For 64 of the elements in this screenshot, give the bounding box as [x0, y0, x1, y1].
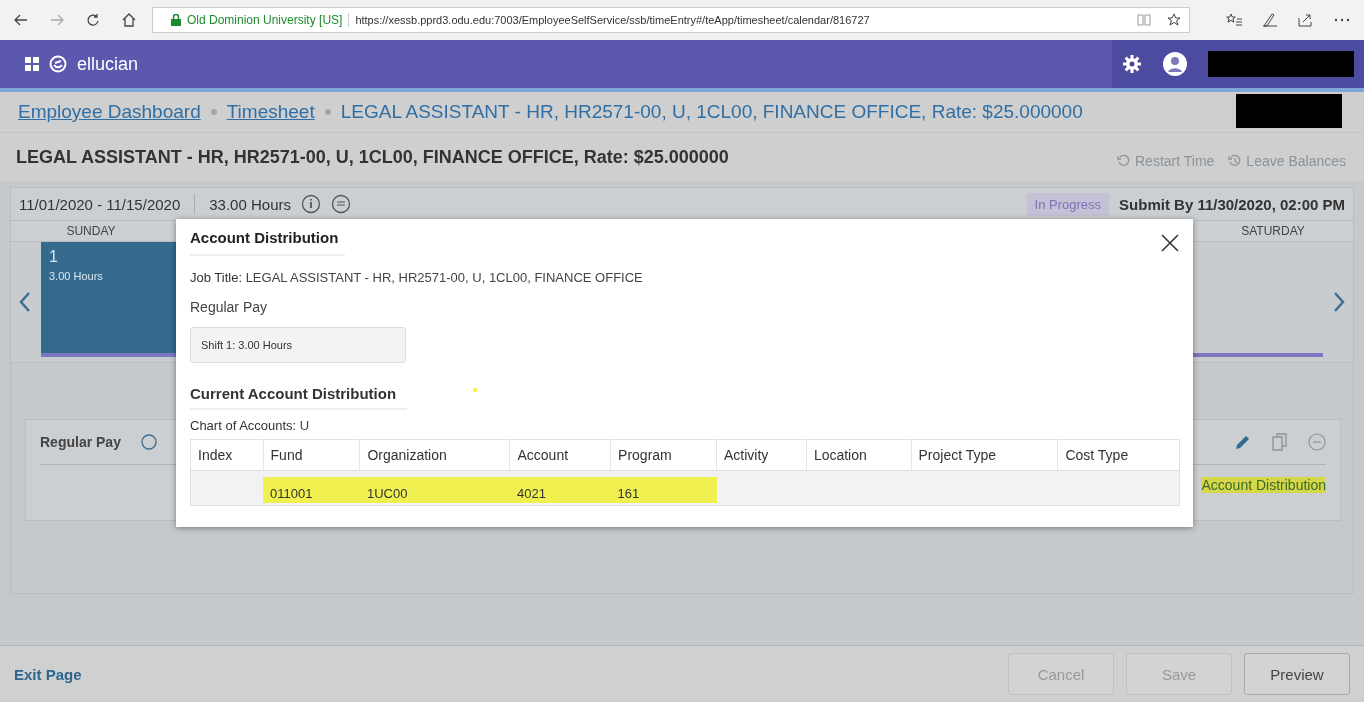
exit-page-link[interactable]: Exit Page	[14, 665, 82, 683]
site-name: Old Dominion University [US]	[187, 13, 350, 27]
day-header: SUNDAY	[65, 223, 117, 240]
column-header: Activity	[716, 439, 807, 471]
table-cell: 161	[610, 477, 717, 503]
breadcrumb-current: LEGAL ASSISTANT - HR, HR2571-00, U, 1CL00, FINANCE OFFICE, Rate: $25.000000	[340, 101, 1083, 123]
share-icon[interactable]	[1298, 13, 1314, 27]
day-header: SATURDAY	[1240, 223, 1306, 240]
section-title: Current Account Distribution	[190, 385, 407, 410]
table-cell: 1UC00	[359, 477, 510, 503]
url-text: https://xessb.pprd3.odu.edu:7003/EmployeeSelfService/ssb/timeEntry#/teApp/timesheet/calendar/816727	[355, 14, 870, 26]
account-distribution-link[interactable]: Account Distribution	[1201, 477, 1326, 493]
back-icon[interactable]	[14, 14, 28, 26]
pay-period: 11/01/2020 - 11/15/2020	[19, 195, 181, 213]
logo-icon	[49, 55, 67, 73]
restart-time-link[interactable]: Restart Time	[1117, 153, 1215, 169]
column-header: Account	[509, 439, 611, 471]
table-cell: 4021	[509, 477, 611, 503]
refresh-icon[interactable]	[86, 13, 100, 27]
address-bar[interactable]: Old Dominion University [US] https://xessb.pprd3.odu.edu:7003/EmployeeSelfService/ssb/timeEntry#/teApp/timesheet/calendar/816727	[152, 7, 1190, 33]
more-icon[interactable]	[1334, 18, 1350, 22]
column-header: Location	[806, 439, 911, 471]
history-icon	[1228, 154, 1243, 168]
user-avatar-icon[interactable]	[1162, 51, 1188, 77]
column-header: Program	[610, 439, 717, 471]
restart-icon	[1117, 154, 1131, 168]
brand-name: ellucian	[77, 53, 139, 75]
pen-icon[interactable]	[1262, 13, 1278, 27]
table-cell: 011001	[263, 477, 360, 503]
leave-balances-link[interactable]: Leave Balances	[1228, 153, 1346, 169]
favorites-icon[interactable]	[1226, 13, 1242, 27]
add-icon[interactable]	[140, 434, 157, 450]
edit-icon[interactable]	[1234, 433, 1252, 451]
column-header: Fund	[263, 439, 360, 471]
earning-name: Regular Pay	[190, 299, 269, 315]
settings-icon[interactable]	[1122, 54, 1142, 74]
column-header: Project Type	[911, 439, 1058, 471]
earning-label: Regular Pay	[40, 434, 121, 450]
breadcrumb-link[interactable]: Employee Dashboard	[18, 101, 201, 123]
shift-box: Shift 1: 3.00 Hours	[190, 327, 406, 363]
separator-dot	[210, 109, 217, 115]
submit-deadline: Submit By 11/30/2020, 02:00 PM	[1119, 195, 1345, 213]
separator-dot	[324, 109, 331, 115]
day-hours: 3.00 Hours	[49, 270, 104, 282]
dialog-title: Account Distribution	[190, 229, 345, 256]
total-hours: 33.00 Hours	[209, 195, 291, 213]
page-title: LEGAL ASSISTANT - HR, HR2571-00, U, 1CL00, FINANCE OFFICE, Rate: $25.000000	[16, 146, 729, 168]
day-number: 1	[49, 248, 59, 266]
home-icon[interactable]	[122, 13, 136, 27]
job-title-text: Job Title: LEGAL ASSISTANT - HR, HR2571-00, U, 1CL00, FINANCE OFFICE	[190, 270, 644, 285]
close-icon[interactable]	[1161, 233, 1179, 252]
footer-button[interactable]: Preview	[1244, 653, 1350, 695]
lock-icon	[171, 14, 181, 26]
chart-of-accounts-text: Chart of Accounts: U	[190, 418, 311, 433]
status-badge: In Progress	[1026, 192, 1110, 216]
info-icon[interactable]	[300, 194, 321, 214]
star-icon[interactable]	[1167, 13, 1181, 27]
breadcrumb-link[interactable]: Timesheet	[226, 101, 315, 123]
column-header: Index	[190, 439, 264, 471]
column-header: Organization	[359, 439, 510, 471]
comment-icon[interactable]	[330, 194, 351, 214]
column-header: Cost Type	[1057, 439, 1180, 471]
apps-grid-icon[interactable]	[25, 57, 39, 71]
highlight-mark	[473, 388, 477, 392]
